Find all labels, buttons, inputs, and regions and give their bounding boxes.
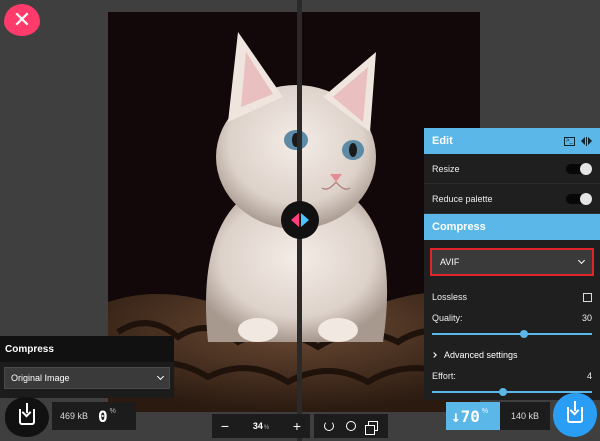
resize-toggle[interactable] [566, 162, 592, 175]
compressed-percent: ↓70 [451, 406, 480, 426]
chevron-down-icon [156, 372, 165, 381]
original-stats: 469 kB 0 % [52, 402, 136, 430]
zoom-value[interactable]: 34% [253, 421, 269, 431]
zoom-out-button[interactable]: − [218, 419, 232, 433]
quality-row: Quality: 30 [424, 310, 600, 326]
original-percent-unit: % [109, 408, 116, 415]
quality-value[interactable]: 30 [582, 313, 592, 323]
lossless-row: Lossless [424, 284, 600, 310]
zoom-in-button[interactable]: + [290, 419, 304, 433]
format-select-value: AVIF [440, 257, 460, 267]
download-icon [567, 401, 583, 423]
original-size: 469 kB [60, 411, 89, 421]
options-panel-left: Compress Original Image [0, 336, 174, 398]
reduce-palette-toggle[interactable] [566, 192, 592, 205]
split-view-icon[interactable] [581, 136, 592, 146]
edit-title: Edit [432, 135, 453, 147]
effort-label: Effort: [432, 371, 456, 381]
download-icon [19, 403, 35, 425]
left-format-select[interactable]: Original Image [4, 367, 170, 389]
edit-header: Edit >_ [424, 128, 600, 154]
layers-icon [365, 421, 378, 435]
terminal-icon[interactable]: >_ [564, 136, 575, 146]
left-format-select-value: Original Image [11, 373, 70, 383]
resize-row: Resize [424, 154, 600, 184]
reduce-palette-label: Reduce palette [432, 193, 493, 204]
arrow-left-icon [291, 213, 299, 227]
effort-value[interactable]: 4 [587, 371, 592, 381]
zoom-controls: − 34% + [212, 414, 310, 438]
reduce-palette-row: Reduce palette [424, 184, 600, 214]
close-button[interactable]: ✕ [4, 4, 40, 36]
lossless-label: Lossless [432, 292, 468, 302]
background-toggle-button[interactable] [345, 420, 357, 432]
quality-slider-thumb[interactable] [520, 330, 528, 338]
advanced-settings-toggle[interactable]: Advanced settings [424, 342, 600, 368]
rotate-button[interactable] [323, 420, 335, 432]
advanced-settings-label: Advanced settings [444, 350, 518, 360]
chevron-down-icon [577, 256, 586, 265]
chevron-right-icon [431, 352, 437, 358]
arrow-right-icon [301, 213, 309, 227]
compressed-percent-unit: % [481, 408, 489, 415]
circle-icon [346, 421, 356, 431]
lossless-checkbox[interactable] [583, 292, 592, 302]
effort-row: Effort: 4 [424, 368, 600, 384]
compressed-size: 140 kB [500, 402, 550, 430]
compare-divider-handle[interactable] [281, 201, 319, 239]
download-original-button[interactable] [5, 397, 49, 437]
effort-slider-thumb[interactable] [499, 388, 507, 396]
left-compress-title: Compress [0, 336, 174, 362]
transparency-button[interactable] [365, 420, 379, 435]
view-tools [314, 414, 388, 438]
original-percent: 0 [98, 406, 108, 426]
format-select[interactable]: AVIF [430, 248, 594, 276]
options-panel-right: Edit >_ Resize Reduce palette Compress A… [424, 128, 600, 400]
close-icon: ✕ [12, 7, 32, 32]
quality-slider[interactable] [432, 326, 592, 342]
quality-label: Quality: [432, 313, 463, 323]
rotate-icon [324, 421, 334, 431]
compress-header: Compress [424, 214, 600, 240]
compress-title: Compress [432, 221, 486, 233]
resize-label: Resize [432, 163, 460, 174]
compressed-percent-badge: ↓70 % [446, 402, 500, 430]
